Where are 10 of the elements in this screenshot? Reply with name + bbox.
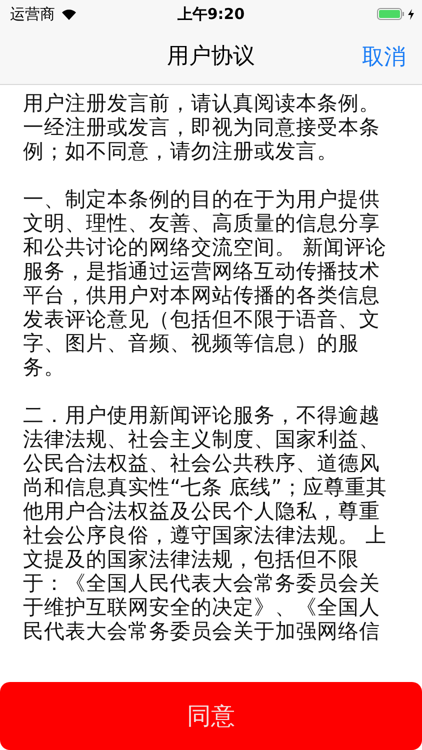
agreement-paragraph: 一、制定本条例的目的在于为用户提供 文明、理性、友善、高质量的信息分享 和公共讨论的网络交流空间。 新闻评论 服务，是指通过运营网络互动传播技术 平台，供用户对本网站传播的各类信息 发表评论意见（包括但不限于语音、文 字、图片、音频、视频等信息）的服 务。 bbox=[23, 187, 387, 379]
wifi-icon bbox=[61, 8, 77, 20]
agree-button[interactable]: 同意 bbox=[0, 682, 422, 750]
carrier-name: 运营商 bbox=[10, 4, 55, 24]
clock-time: 上午9:20 bbox=[177, 5, 245, 23]
agreement-paragraph: 用户注册发言前，请认真阅读本条例。 一经注册或发言，即视为同意接受本条 例；如不同意，请勿注册或发言。 bbox=[23, 91, 380, 163]
page-title: 用户协议 bbox=[167, 43, 255, 71]
battery-icon bbox=[377, 8, 405, 20]
agreement-paragraph: 二．用户使用新闻评论服务，不得逾越 法律法规、社会主义制度、国家利益、 公民合法权益、社会公共秩序、道德风 尚和信息真实性“七条 底线”；应尊重其 他用户合法权益及公民个人隐私，尊重 社会公序良俗，遵守国家法律法规。 上 文提及的国家法律法规，包括但不限 于：《全国人民代表大会常务委员会关 于维护互联网安全的决定》、《全国人 民代表大会常务委员会关于加强网络信 bbox=[23, 403, 387, 643]
cancel-button[interactable]: 取消 bbox=[360, 40, 408, 74]
